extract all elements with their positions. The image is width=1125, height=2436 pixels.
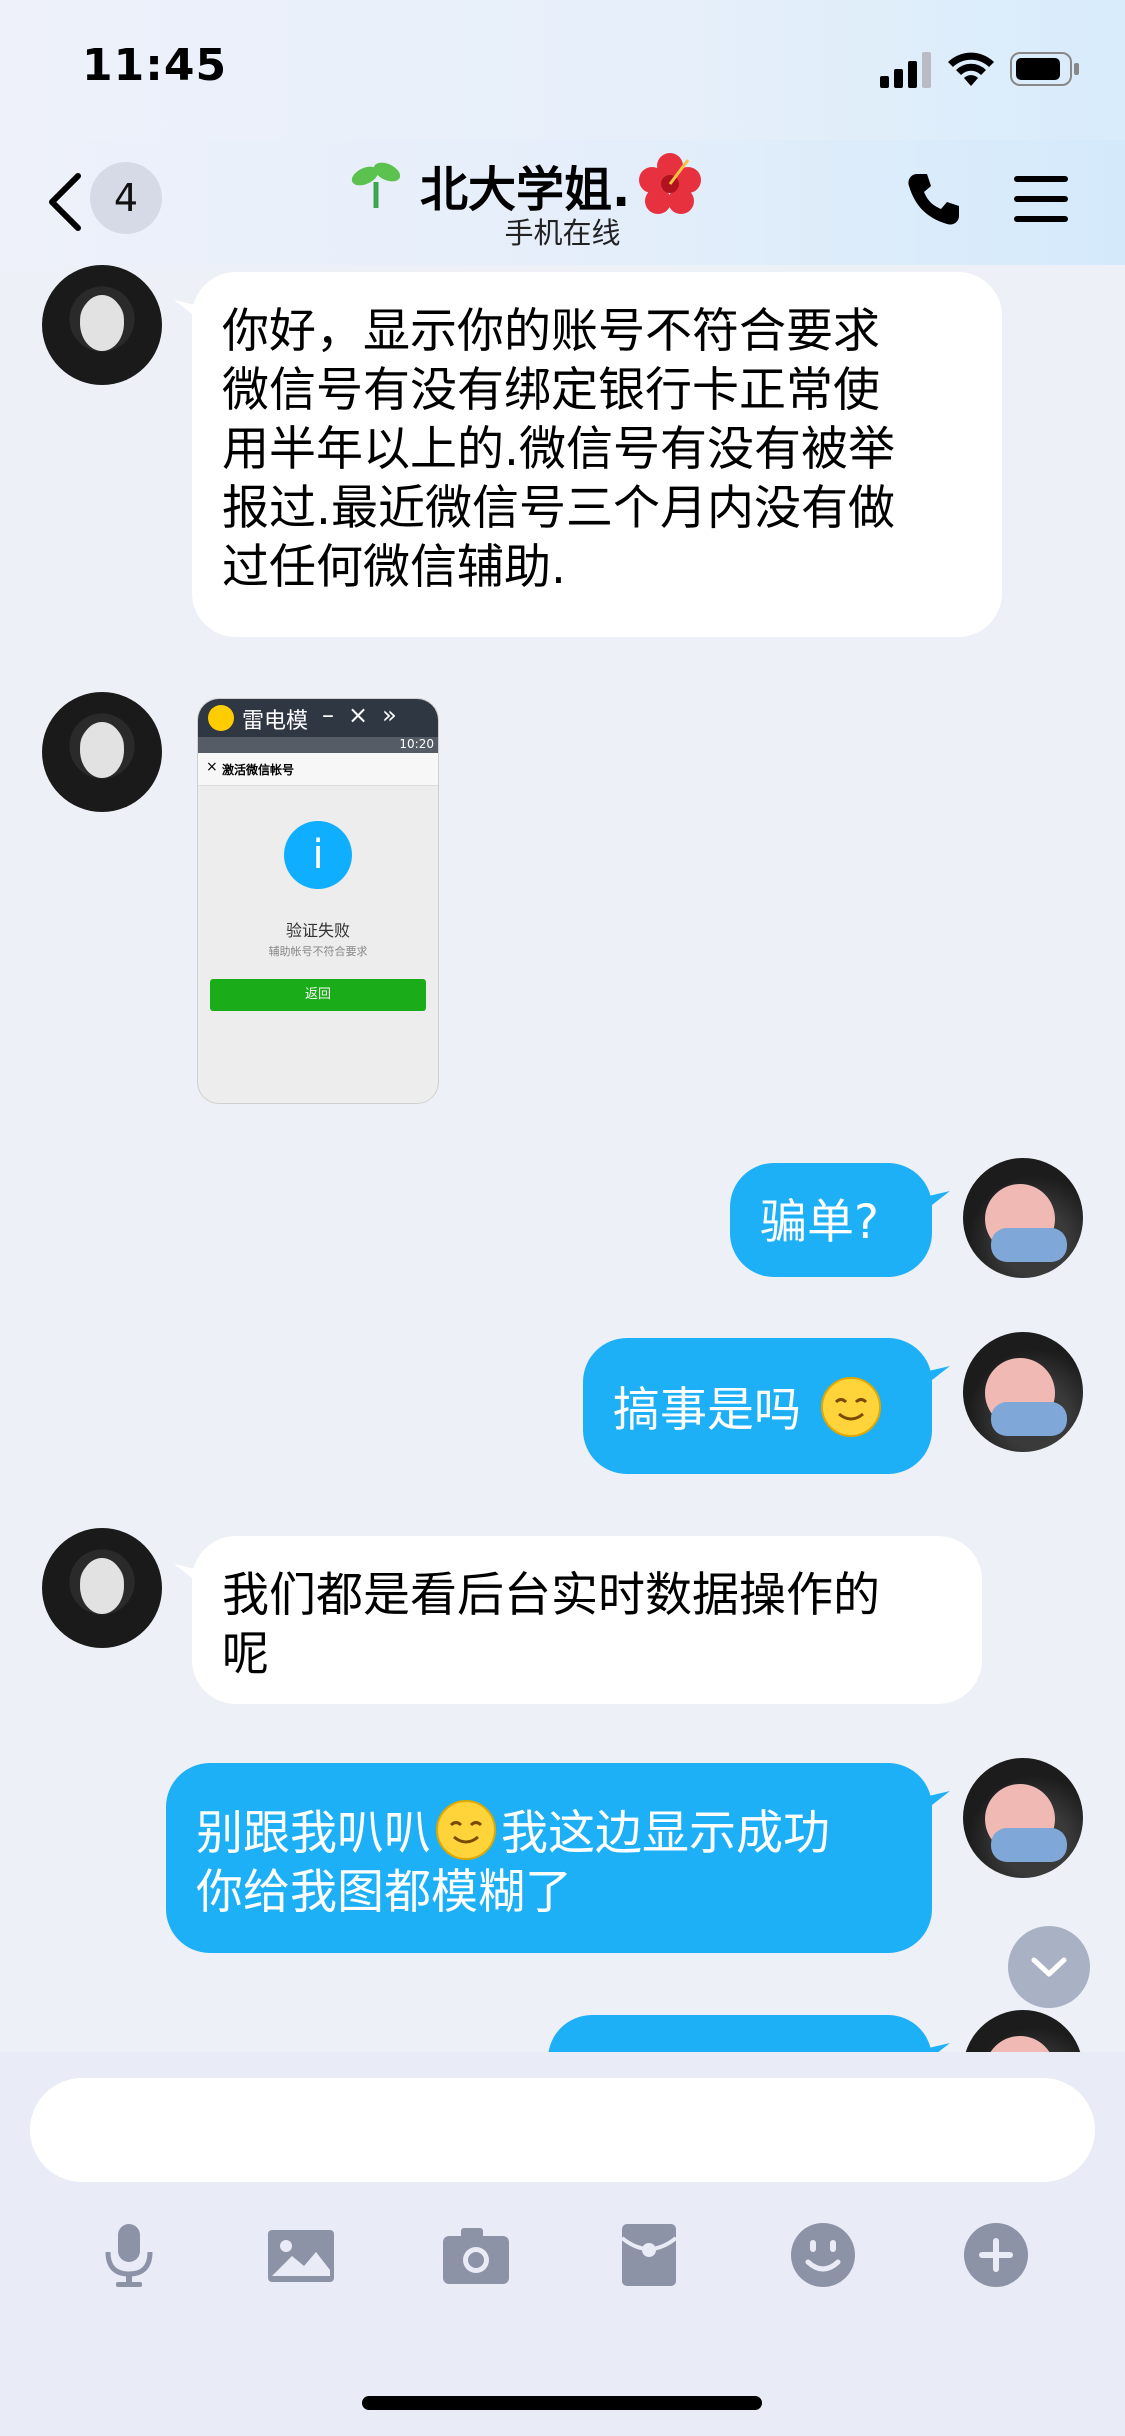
emulator-logo-icon [208,705,234,731]
image-message[interactable]: 雷电模 –×» 10:20 × 激活微信帐号 i 验证失败 辅助帐号不符合要求 … [197,698,439,1104]
contact-avatar[interactable] [42,265,162,385]
red-packet-icon[interactable] [614,2220,684,2290]
emulator-status-time: 10:20 [399,737,434,751]
message-text: 你好，显示你的账号不符合要求 微信号有没有绑定银行卡正常使 用半年以上的.微信号… [222,304,895,595]
smile-emoji-icon [436,1800,496,1860]
smile-emoji-icon [820,1377,881,1437]
chevron-down-icon [1031,1957,1067,1977]
message-text: 我们都是看后台实时数据操作的 呢 [222,1568,880,1682]
emulator-title-bar: 雷电模 –×» [198,699,438,737]
scroll-to-bottom-button[interactable] [1008,1926,1090,2008]
home-indicator [362,2396,762,2410]
verify-failed-subtitle: 辅助帐号不符合要求 [268,945,368,958]
info-icon: i [284,821,352,889]
emoji-icon[interactable] [788,2220,858,2290]
cellular-signal-icon [880,52,931,88]
my-avatar[interactable] [963,1332,1083,1452]
contact-avatar[interactable] [42,1528,162,1648]
return-button: 返回 [210,979,426,1011]
outgoing-message-bubble[interactable]: 搞事是吗 [583,1338,932,1474]
plus-icon[interactable] [961,2220,1031,2290]
image-icon[interactable] [266,2220,336,2290]
emulator-status-bar: 10:20 [198,737,438,753]
phone-call-icon[interactable] [905,170,963,228]
wechat-header-title: 激活微信帐号 [222,763,295,777]
wechat-activate-header: × 激活微信帐号 [198,753,438,786]
wifi-icon [948,52,994,86]
incoming-message-bubble[interactable]: 你好，显示你的账号不符合要求 微信号有没有绑定银行卡正常使 用半年以上的.微信号… [192,272,1002,637]
message-text: 搞事是吗 [613,1383,801,1438]
menu-icon[interactable] [1012,172,1070,226]
status-time: 11:45 [82,40,228,91]
sprout-icon [351,162,401,208]
outgoing-message-bubble[interactable]: 别跟我叭叭 我这边显示成功 你给我图都模糊了 [166,1763,932,1953]
message-input[interactable] [30,2078,1095,2182]
message-text-part-a: 别跟我叭叭 [196,1806,431,1861]
status-bar: 11:45 [0,0,1125,140]
my-avatar[interactable] [963,1158,1083,1278]
window-controls-icon: –×» [322,701,411,729]
contact-avatar[interactable] [42,692,162,812]
message-text: 骗单? [760,1195,879,1250]
hibiscus-icon [639,153,701,214]
my-avatar[interactable] [963,1758,1083,1878]
camera-icon[interactable] [441,2220,511,2290]
incoming-message-bubble[interactable]: 我们都是看后台实时数据操作的 呢 [192,1536,982,1704]
close-icon: × [206,759,218,775]
microphone-icon[interactable] [94,2220,164,2290]
emulator-app-name: 雷电模 [242,709,309,734]
battery-icon [1010,52,1079,86]
outgoing-message-bubble[interactable]: 骗单? [730,1163,932,1277]
verify-failed-title: 验证失败 [285,921,350,940]
